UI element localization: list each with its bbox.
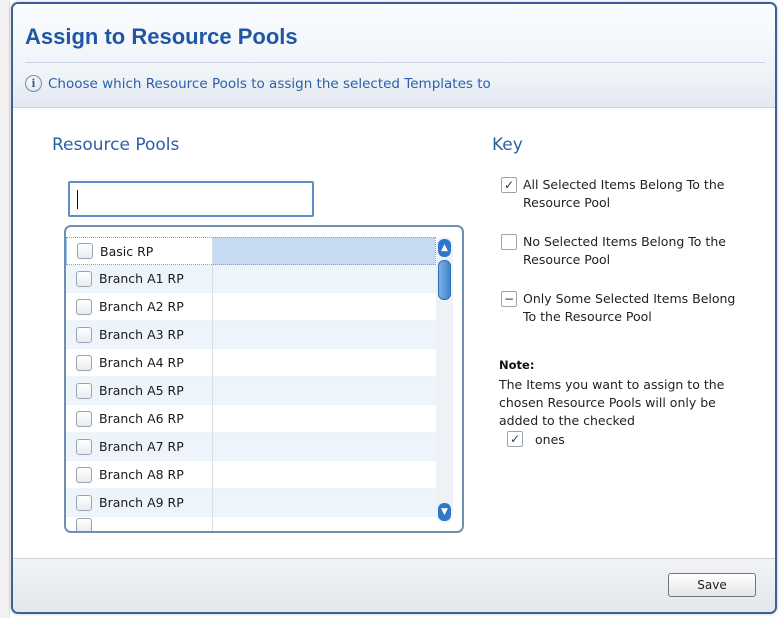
list-item-label: Branch A7 RP: [99, 439, 184, 454]
resource-pools-heading: Resource Pools: [52, 135, 180, 155]
checkbox[interactable]: [76, 466, 92, 483]
assign-resource-pools-dialog: Assign to Resource Pools i Choose which …: [11, 2, 777, 614]
info-text: Choose which Resource Pools to assign th…: [48, 75, 491, 92]
checkbox[interactable]: [76, 518, 92, 531]
list-item[interactable]: Branch A8 RP: [66, 461, 436, 489]
info-row: i Choose which Resource Pools to assign …: [25, 75, 491, 92]
checkbox[interactable]: [76, 354, 92, 371]
list-item[interactable]: Branch A1 RP: [66, 265, 436, 293]
save-button[interactable]: Save: [668, 573, 756, 597]
list-item[interactable]: Branch A9 RP: [66, 489, 436, 517]
resource-pool-list[interactable]: Basic RP Branch A1 RP Branch A2 RP Branc…: [64, 225, 464, 533]
list-item[interactable]: Branch A6 RP: [66, 405, 436, 433]
key-label: All Selected Items Belong To the Resourc…: [523, 177, 725, 210]
resource-pool-rows: Basic RP Branch A1 RP Branch A2 RP Branc…: [66, 237, 436, 531]
checkbox[interactable]: [76, 382, 92, 399]
note-checked-ones: ✓ ones: [507, 431, 565, 447]
list-item-label: Branch A4 RP: [99, 355, 184, 370]
scroll-up-arrow-icon[interactable]: ▲: [438, 239, 451, 257]
list-item-label: Basic RP: [100, 243, 154, 259]
dialog-footer: Save: [13, 558, 775, 612]
list-item-label: Branch A3 RP: [99, 327, 184, 342]
list-item-label: Branch A1 RP: [99, 271, 184, 286]
dialog-header: Assign to Resource Pools i Choose which …: [13, 4, 775, 108]
list-item-partially-visible[interactable]: [66, 517, 436, 531]
list-item-basic-rp[interactable]: Basic RP: [66, 237, 436, 265]
list-item-label: Branch A6 RP: [99, 411, 184, 426]
info-icon: i: [25, 75, 42, 92]
key-item-all-belong: ✓ All Selected Items Belong To the Resou…: [501, 176, 743, 212]
checked-box-icon: ✓: [501, 177, 517, 193]
list-item[interactable]: Branch A5 RP: [66, 377, 436, 405]
background-page-edge: [0, 0, 10, 618]
list-item[interactable]: Branch A2 RP: [66, 293, 436, 321]
checkbox[interactable]: [76, 270, 92, 287]
list-item-label: Branch A9 RP: [99, 495, 184, 510]
title-divider: [25, 62, 765, 63]
resource-pool-search-input[interactable]: [68, 181, 314, 217]
key-label: No Selected Items Belong To the Resource…: [523, 234, 726, 267]
checked-box-icon: ✓: [507, 431, 523, 447]
text-caret: [77, 190, 78, 209]
scroll-thumb[interactable]: [438, 260, 451, 300]
list-scrollbar[interactable]: ▲ ▼: [436, 237, 453, 523]
key-item-none-belong: No Selected Items Belong To the Resource…: [501, 233, 743, 269]
checkbox[interactable]: [76, 410, 92, 427]
partial-box-icon: −: [501, 291, 517, 307]
list-item[interactable]: Branch A4 RP: [66, 349, 436, 377]
note-title: Note:: [499, 358, 535, 372]
key-item-some-belong: − Only Some Selected Items Belong To the…: [501, 290, 743, 326]
checkbox[interactable]: [76, 298, 92, 315]
checkbox[interactable]: [77, 243, 93, 259]
list-item-label: Branch A8 RP: [99, 467, 184, 482]
empty-box-icon: [501, 234, 517, 250]
list-item[interactable]: Branch A7 RP: [66, 433, 436, 461]
dialog-title: Assign to Resource Pools: [25, 24, 298, 49]
note-tail: ones: [535, 431, 565, 447]
note-text: The Items you want to assign to the chos…: [499, 377, 725, 428]
key-label: Only Some Selected Items Belong To the R…: [523, 291, 736, 324]
list-item-label: Branch A2 RP: [99, 299, 184, 314]
key-heading: Key: [492, 135, 523, 155]
list-item-label: Branch A5 RP: [99, 383, 184, 398]
checkbox[interactable]: [76, 494, 92, 511]
column-divider: [212, 237, 213, 531]
scroll-down-arrow-icon[interactable]: ▼: [438, 503, 451, 521]
list-item[interactable]: Branch A3 RP: [66, 321, 436, 349]
checkbox[interactable]: [76, 326, 92, 343]
checkbox[interactable]: [76, 438, 92, 455]
